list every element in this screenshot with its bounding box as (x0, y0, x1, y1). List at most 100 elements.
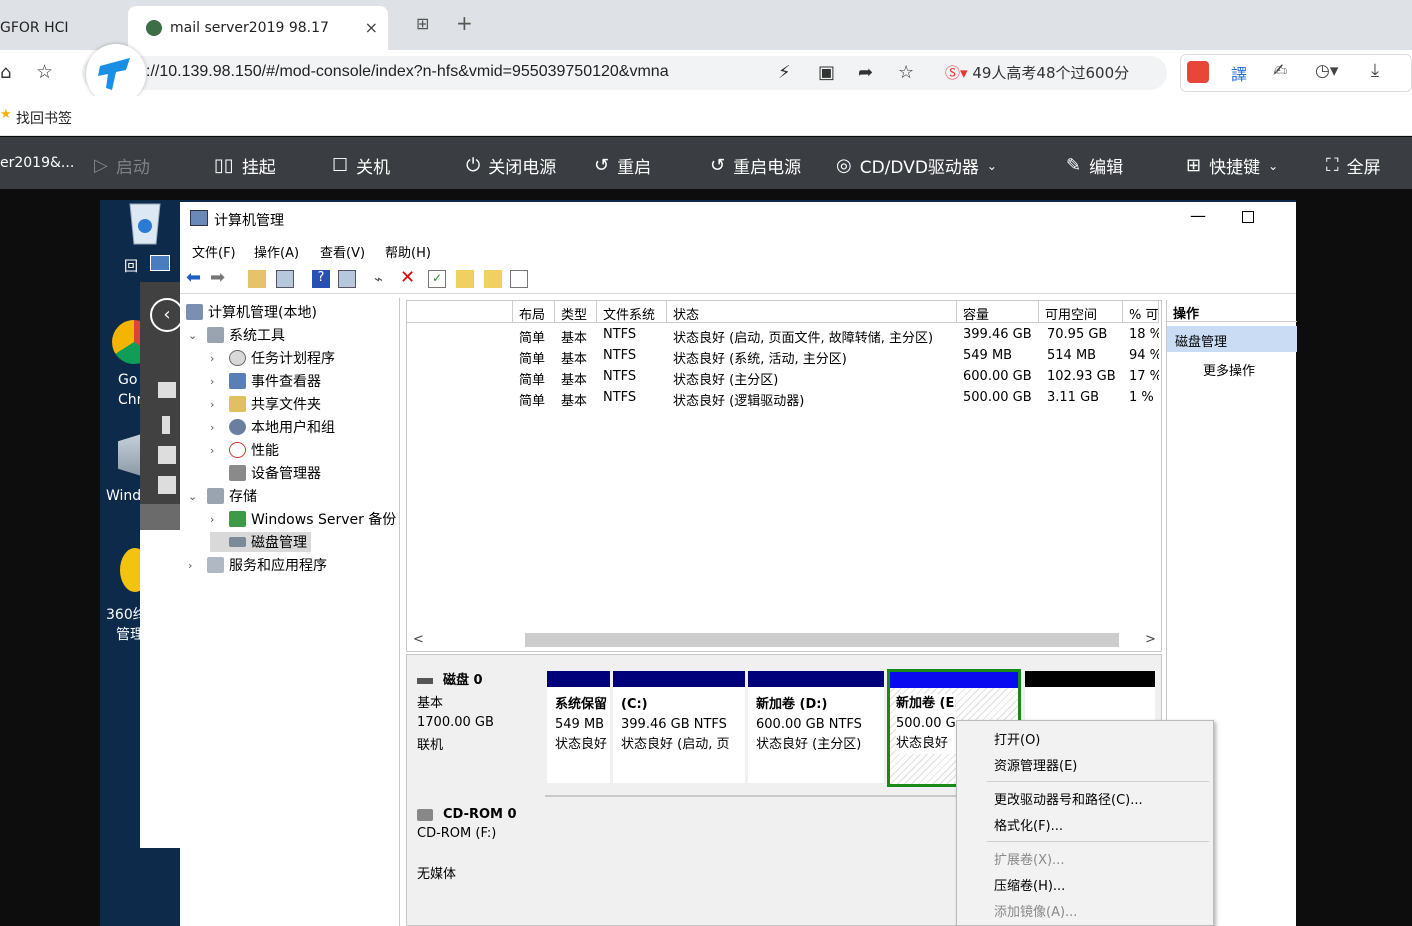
connect-icon[interactable]: ⌁ (374, 270, 392, 288)
expand-icon[interactable]: › (188, 559, 202, 572)
partition-c[interactable]: (C:) 399.46 GB NTFS 状态良好 (启动, 页 (613, 671, 745, 783)
show-hide-tree-icon[interactable] (276, 270, 294, 288)
pdf-icon[interactable] (1187, 61, 1209, 83)
tree-item-computer-management[interactable]: 计算机管理(本地) (186, 302, 317, 322)
share-icon[interactable]: ➦ (858, 62, 873, 83)
scroll-left-icon[interactable]: < (413, 632, 424, 647)
favorite-icon[interactable]: ☆ (898, 62, 914, 83)
tree-item-device-manager[interactable]: 设备管理器 (210, 463, 321, 483)
expand-icon[interactable]: › (210, 513, 224, 526)
delete-icon[interactable]: ✕ (400, 267, 418, 288)
tab-group-icon[interactable]: ⊞ (416, 14, 429, 33)
collapse-icon[interactable]: ⌄ (188, 329, 202, 342)
expand-icon[interactable]: › (210, 352, 224, 365)
hot-search[interactable]: Ⓢ▾ 49人高考48个过600分 (945, 62, 1129, 83)
menu-help[interactable]: 帮助(H) (385, 242, 431, 261)
tree-item-system-tools[interactable]: ⌄ 系统工具 (188, 325, 285, 345)
up-folder-icon[interactable] (248, 270, 266, 288)
scrollbar-thumb[interactable] (525, 633, 1119, 647)
url-text[interactable]: ://10.139.98.150/#/mod-console/index?n-h… (146, 63, 736, 81)
restart-button[interactable]: ↺ 重启 (594, 153, 651, 178)
tree-item-local-users[interactable]: › 本地用户和组 (210, 417, 335, 437)
horizontal-scrollbar[interactable]: < > (407, 631, 1161, 651)
edit-button[interactable]: ✎ 编辑 (1066, 153, 1123, 178)
menu-item-explorer[interactable]: 资源管理器(E) (994, 755, 1077, 774)
expand-icon[interactable]: › (210, 375, 224, 388)
tree-item-performance[interactable]: › 性能 (210, 440, 279, 460)
back-icon[interactable]: ⬅ (186, 267, 204, 288)
tree-item-disk-management[interactable]: 磁盘管理 (210, 532, 311, 552)
lightning-icon[interactable]: ⚡ (778, 62, 791, 83)
column-header-status[interactable]: 状态 (667, 301, 957, 323)
server-manager-tray-icon[interactable] (150, 255, 170, 271)
new-folder-icon[interactable] (456, 270, 474, 288)
home-icon[interactable]: ⌂ (0, 62, 11, 83)
history-icon[interactable]: ◷▾ (1315, 61, 1338, 81)
star-bookmark-icon[interactable]: ☆ (36, 61, 53, 83)
translate-icon[interactable]: 譯 (1231, 61, 1247, 85)
check-icon[interactable]: ✓ (428, 270, 446, 288)
forward-icon[interactable]: ➡ (210, 267, 228, 288)
action-disk-management[interactable]: 磁盘管理 (1167, 326, 1297, 352)
partition-d[interactable]: 新加卷 (D:) 600.00 GB NTFS 状态良好 (主分区) (748, 671, 884, 783)
tree-item-storage[interactable]: ⌄ 存储 (188, 486, 257, 506)
local-server-icon[interactable] (162, 416, 170, 434)
tree-item-event-viewer[interactable]: › 事件查看器 (210, 371, 321, 391)
menu-item-format[interactable]: 格式化(F)... (994, 815, 1063, 834)
column-header-free-space[interactable]: 可用空间 (1039, 301, 1123, 323)
dashboard-icon[interactable] (158, 382, 176, 398)
browser-tab-mail-server[interactable]: mail server2019 98.17 × (128, 6, 388, 50)
power-off-button[interactable]: ⏻ 关闭电源 (466, 153, 556, 178)
tree-item-shared-folders[interactable]: › 共享文件夹 (210, 394, 321, 414)
all-servers-icon[interactable] (158, 446, 176, 464)
back-arrow-icon[interactable]: ‹ (150, 298, 184, 332)
column-header-percent-free[interactable]: % 可 (1123, 301, 1159, 323)
sidebar-selected-item[interactable] (140, 504, 180, 530)
cd-dvd-button[interactable]: ◎ CD/DVD驱动器 ⌄ (836, 153, 997, 178)
tree-label: 计算机管理(本地) (208, 305, 317, 321)
sign-icon[interactable]: ✍ (1273, 61, 1287, 81)
recycle-bin-icon[interactable] (120, 200, 170, 246)
expand-icon[interactable]: › (210, 421, 224, 434)
shortcut-button[interactable]: ⊞ 快捷键 ⌄ (1186, 153, 1278, 178)
tree-item-services-applications[interactable]: › 服务和应用程序 (188, 555, 327, 575)
file-services-icon[interactable] (158, 476, 176, 494)
disk0-info[interactable]: 磁盘 0 基本 1700.00 GB 联机 (409, 659, 543, 793)
download-icon[interactable]: ⤓ (1371, 60, 1379, 81)
tree-item-windows-server-backup[interactable]: › Windows Server 备份 (210, 509, 396, 529)
start-button[interactable]: ▷ 启动 (94, 153, 150, 178)
column-header-type[interactable]: 类型 (555, 301, 597, 323)
help-icon[interactable]: ? (312, 270, 330, 288)
maximize-button[interactable] (1242, 211, 1254, 223)
expand-icon[interactable]: › (210, 444, 224, 457)
menu-item-change-drive-letter[interactable]: 更改驱动器号和路径(C)... (994, 789, 1143, 808)
column-header-capacity[interactable]: 容量 (957, 301, 1039, 323)
collapse-icon[interactable]: ⌄ (188, 490, 202, 503)
menu-file[interactable]: 文件(F) (192, 242, 236, 261)
close-tab-icon[interactable]: × (365, 18, 378, 37)
cdrom0-info[interactable]: CD-ROM 0 CD-ROM (F:) 无媒体 (409, 797, 543, 925)
export-list-icon[interactable] (510, 270, 528, 288)
menu-item-shrink-volume[interactable]: 压缩卷(H)... (994, 875, 1065, 894)
scroll-right-icon[interactable]: > (1145, 632, 1156, 647)
column-header-volume[interactable] (407, 301, 513, 323)
suspend-button[interactable]: ▯▯ 挂起 (214, 153, 276, 178)
column-header-filesystem[interactable]: 文件系统 (597, 301, 667, 323)
shutdown-button[interactable]: ☐ 关机 (332, 153, 390, 178)
partition-system-reserved[interactable]: 系统保留 549 MB 状态良好 (547, 671, 610, 783)
minimize-button[interactable]: — (1190, 206, 1206, 225)
menu-action[interactable]: 操作(A) (254, 242, 299, 261)
search-folder-icon[interactable] (484, 270, 502, 288)
expand-icon[interactable]: › (210, 398, 224, 411)
menu-item-open[interactable]: 打开(O) (994, 729, 1040, 748)
new-tab-button[interactable]: + (456, 11, 473, 35)
bookmark-item[interactable]: 找回书签 (16, 108, 72, 128)
fullscreen-button[interactable]: ⛶ 全屏 (1326, 153, 1381, 178)
tree-item-task-scheduler[interactable]: › 任务计划程序 (210, 348, 335, 368)
power-restart-button[interactable]: ↺ 重启电源 (710, 153, 801, 178)
menu-view[interactable]: 查看(V) (320, 242, 365, 261)
properties-icon[interactable] (338, 270, 356, 288)
screenshot-icon[interactable]: ▣ (818, 62, 835, 83)
column-header-layout[interactable]: 布局 (513, 301, 555, 323)
action-more-actions[interactable]: 更多操作 (1203, 360, 1255, 379)
